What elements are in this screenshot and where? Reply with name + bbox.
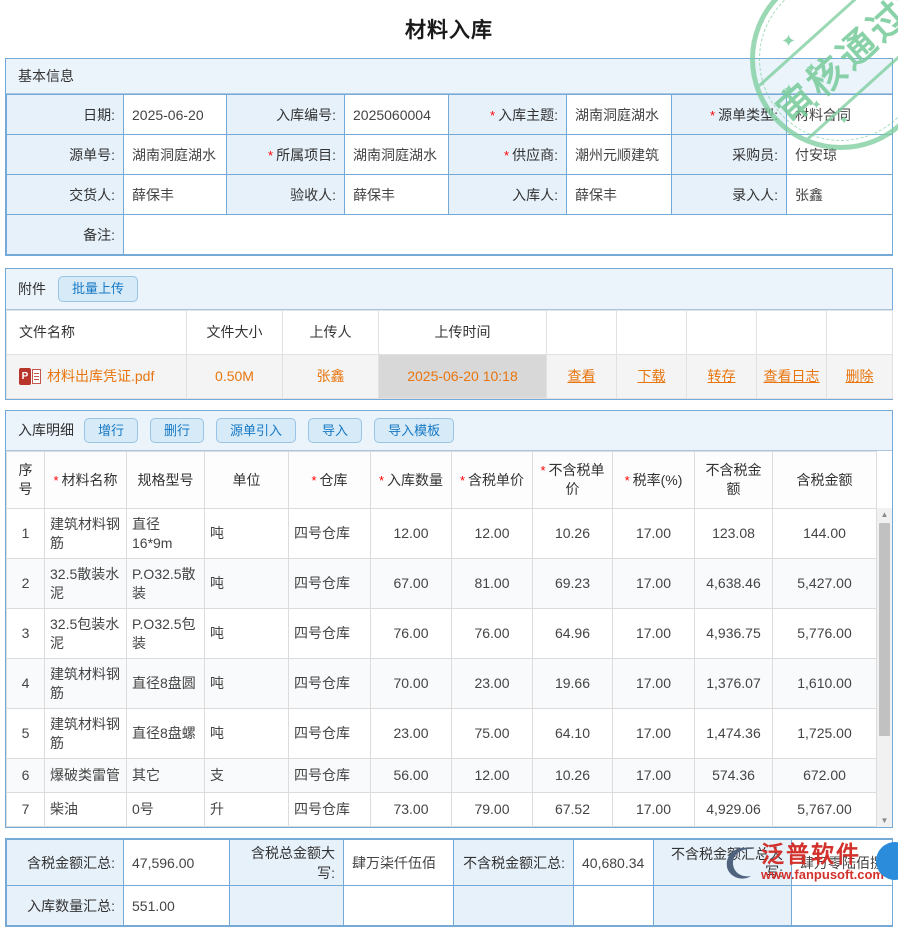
summary-value-tax-total-cn: 肆万柒仟伍佰 <box>344 840 454 886</box>
detail-row: 4建筑材料钢筋 直径8盘圆吨 四号仓库70.00 23.0019.66 17.0… <box>7 659 877 709</box>
import-template-button[interactable]: 导入模板 <box>374 418 454 444</box>
attachments-panel: 附件 批量上传 文件名称 文件大小 上传人 上传时间 P 材料出 <box>5 268 893 400</box>
delete-row-button[interactable]: 删行 <box>150 418 204 444</box>
field-label-deliverer: 交货人: <box>7 175 124 215</box>
detail-row: 1建筑材料钢筋 直径16*9m吨 四号仓库12.00 12.0010.26 17… <box>7 509 877 559</box>
field-value-supplier: 潮州元顺建筑 <box>567 135 672 175</box>
source-import-button[interactable]: 源单引入 <box>216 418 296 444</box>
view-link[interactable]: 查看 <box>568 368 596 384</box>
att-header-filesize: 文件大小 <box>187 310 283 354</box>
att-header-action <box>547 310 617 354</box>
att-header-action <box>827 310 893 354</box>
col-header-spec: 规格型号 <box>127 452 205 509</box>
field-value-inspector: 薛保丰 <box>345 175 449 215</box>
delete-link[interactable]: 删除 <box>846 368 874 384</box>
detail-table: 序号 *材料名称 规格型号 单位 *仓库 *入库数量 *含税单价 *不含税单价 … <box>6 451 877 827</box>
col-header-tax-rate: *税率(%) <box>613 452 695 509</box>
summary-label-tax-total: 含税金额汇总: <box>7 840 124 886</box>
attachments-section-title: 附件 <box>18 279 46 299</box>
col-header-notax-amount: 不含税金额 <box>695 452 773 509</box>
field-value-warehouser: 薛保丰 <box>567 175 672 215</box>
attachment-file-link[interactable]: P 材料出库凭证.pdf <box>19 366 154 386</box>
field-label-recorder: 录入人: <box>672 175 787 215</box>
att-header-action <box>687 310 757 354</box>
detail-section-title: 入库明细 <box>18 420 74 440</box>
detail-row: 332.5包装水泥 P.O32.5包装吨 四号仓库76.00 76.0064.9… <box>7 609 877 659</box>
att-header-filename: 文件名称 <box>7 310 187 354</box>
field-label-warehouser: 入库人: <box>449 175 567 215</box>
col-header-no: 序号 <box>7 452 45 509</box>
field-value-recorder: 张鑫 <box>787 175 893 215</box>
field-value-deliverer: 薛保丰 <box>124 175 227 215</box>
field-value-source-no: 湖南洞庭湖水 <box>124 135 227 175</box>
add-row-button[interactable]: 增行 <box>84 418 138 444</box>
col-header-tax-amount: 含税金额 <box>773 452 877 509</box>
detail-row: 5建筑材料钢筋 直径8盘螺吨 四号仓库23.00 75.0064.10 17.0… <box>7 709 877 759</box>
col-header-material: *材料名称 <box>45 452 127 509</box>
detail-row: 7柴油 0号升 四号仓库73.00 79.0067.52 17.004,929.… <box>7 793 877 827</box>
fanpu-logo-icon <box>723 844 755 880</box>
summary-label-notax-total: 不含税金额汇总: <box>454 840 574 886</box>
field-label-inspector: 验收人: <box>227 175 345 215</box>
field-label-project: *所属项目: <box>227 135 345 175</box>
field-value-receipt-no: 2025060004 <box>345 95 449 135</box>
scrollbar-thumb[interactable] <box>879 523 890 736</box>
import-button[interactable]: 导入 <box>308 418 362 444</box>
field-value-source-type: 材料合同 <box>787 95 893 135</box>
summary-value-qty-total: 551.00 <box>124 886 230 926</box>
field-value-project: 湖南洞庭湖水 <box>345 135 449 175</box>
field-label-source-no: 源单号: <box>7 135 124 175</box>
field-label-remark: 备注: <box>7 215 124 255</box>
basic-info-section-title: 基本信息 <box>18 66 74 86</box>
field-label-purchaser: 采购员: <box>672 135 787 175</box>
attachment-uploader: 张鑫 <box>283 354 379 398</box>
summary-value-tax-total: 47,596.00 <box>124 840 230 886</box>
fanpu-watermark: 泛普软件 www.fanpusoft.com <box>723 842 884 882</box>
transfer-link[interactable]: 转存 <box>708 368 736 384</box>
view-log-link[interactable]: 查看日志 <box>764 368 820 384</box>
col-header-warehouse: *仓库 <box>289 452 371 509</box>
field-value-date: 2025-06-20 <box>124 95 227 135</box>
download-link[interactable]: 下载 <box>638 368 666 384</box>
attachment-row: P 材料出库凭证.pdf 0.50M 张鑫 2025-06-20 10:18 查… <box>7 354 893 398</box>
field-label-subject: *入库主题: <box>449 95 567 135</box>
field-label-receipt-no: 入库编号: <box>227 95 345 135</box>
col-header-qty: *入库数量 <box>371 452 452 509</box>
watermark-brand: 泛普软件 <box>761 842 884 867</box>
col-header-tax-price: *含税单价 <box>452 452 533 509</box>
attachments-table: 文件名称 文件大小 上传人 上传时间 P 材料出库凭证.pdf 0.50M 张鑫… <box>6 310 893 399</box>
att-header-uploadtime: 上传时间 <box>379 310 547 354</box>
col-header-unit: 单位 <box>205 452 289 509</box>
pdf-file-icon: P <box>19 368 41 385</box>
basic-info-panel: 基本信息 日期: 2025-06-20 入库编号: 2025060004 *入库… <box>5 58 893 256</box>
field-value-subject: 湖南洞庭湖水 <box>567 95 672 135</box>
detail-row: 232.5散装水泥 P.O32.5散装吨 四号仓库67.00 81.0069.2… <box>7 559 877 609</box>
watermark-site: www.fanpusoft.com <box>761 868 884 882</box>
basic-info-table: 日期: 2025-06-20 入库编号: 2025060004 *入库主题: 湖… <box>6 94 893 255</box>
field-label-date: 日期: <box>7 95 124 135</box>
detail-row: 6爆破类雷管 其它支 四号仓库56.00 12.0010.26 17.00574… <box>7 759 877 793</box>
att-header-action <box>757 310 827 354</box>
field-value-remark <box>124 215 893 255</box>
att-header-uploader: 上传人 <box>283 310 379 354</box>
attachment-upload-time: 2025-06-20 10:18 <box>379 354 547 398</box>
batch-upload-button[interactable]: 批量上传 <box>58 276 138 302</box>
att-header-action <box>617 310 687 354</box>
scroll-up-icon[interactable]: ▲ <box>881 508 889 521</box>
attachment-file-size: 0.50M <box>187 354 283 398</box>
col-header-notax-price: *不含税单价 <box>533 452 613 509</box>
page-title: 材料入库 <box>0 0 898 58</box>
field-value-purchaser: 付安琼 <box>787 135 893 175</box>
detail-panel: 入库明细 增行 删行 源单引入 导入 导入模板 序号 *材料名称 规格型号 单位… <box>5 410 893 829</box>
field-label-source-type: *源单类型: <box>672 95 787 135</box>
scroll-down-icon[interactable]: ▼ <box>881 814 889 827</box>
summary-value-notax-total: 40,680.34 <box>574 840 654 886</box>
summary-label-qty-total: 入库数量汇总: <box>7 886 124 926</box>
summary-label-tax-total-cn: 含税总金额大写: <box>230 840 344 886</box>
field-label-supplier: *供应商: <box>449 135 567 175</box>
detail-table-scrollbar[interactable]: ▲ ▼ <box>877 508 892 827</box>
